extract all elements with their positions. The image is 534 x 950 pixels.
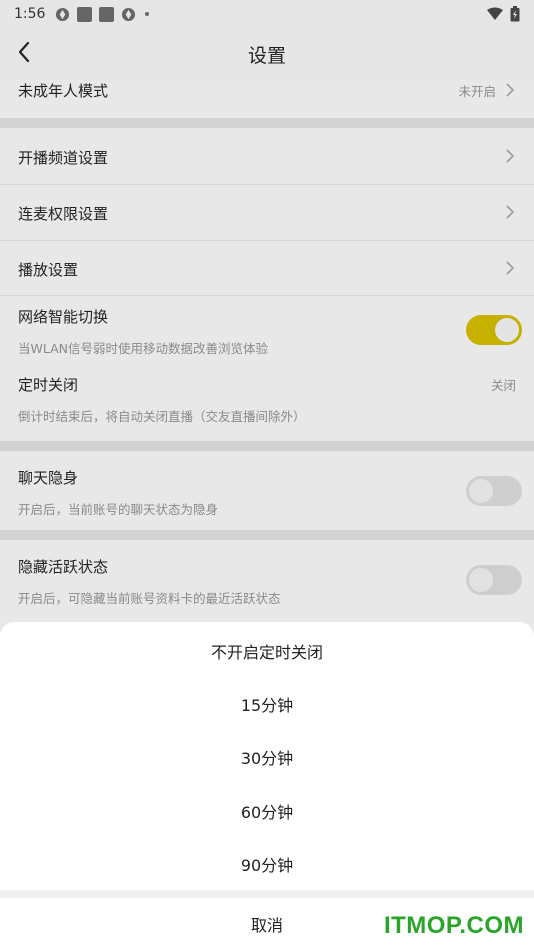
chat-invisible-toggle[interactable] [466,476,522,506]
battery-icon [510,6,520,22]
section-divider [0,118,534,128]
section-live: 开播频道设置 连麦权限设置 播放设置 网络智能切换 当WLAN信号弱时使用移动数… [0,128,534,441]
chevron-left-icon [18,41,30,63]
chevron-right-icon [506,149,515,163]
chevron-right-icon [506,205,515,219]
playback-settings-row[interactable]: 播放设置 [0,241,534,296]
section-chat: 聊天隐身 开启后，当前账号的聊天状态为隐身 [0,451,534,530]
channel-settings-row[interactable]: 开播频道设置 [0,128,534,185]
chat-invisible-row: 聊天隐身 开启后，当前账号的聊天状态为隐身 [0,451,534,530]
hide-active-row: 隐藏活跃状态 开启后，可隐藏当前账号资料卡的最近活跃状态 [0,540,534,630]
mic-permission-row[interactable]: 连麦权限设置 [0,185,534,241]
timer-close-row[interactable]: 定时关闭 倒计时结束后，将自动关闭直播（交友直播间除外） 关闭 [0,366,534,441]
app-notification-icon [77,6,93,22]
app-notification-icon [56,7,70,21]
network-switch-toggle[interactable] [466,315,522,345]
option-15-min[interactable]: 15分钟 [0,677,534,730]
minor-mode-value: 未开启 [458,84,496,99]
minor-mode-row[interactable]: 未成年人模式 未开启 [0,80,534,118]
timer-options-sheet: 不开启定时关闭 15分钟 30分钟 60分钟 90分钟 取消 [0,622,534,950]
option-90-min[interactable]: 90分钟 [0,837,534,890]
option-60-min[interactable]: 60分钟 [0,784,534,837]
page-title: 设置 [247,44,286,67]
timer-close-value: 关闭 [490,378,516,393]
option-30-min[interactable]: 30分钟 [0,730,534,783]
section-minor: 未成年人模式 未开启 [0,80,534,118]
section-privacy: 隐藏活跃状态 开启后，可隐藏当前账号资料卡的最近活跃状态 [0,540,534,630]
toggle-knob [495,318,519,342]
channel-settings-label: 开播频道设置 [18,149,109,167]
app-notification-icon [99,6,115,22]
more-notifications-icon [145,12,150,16]
wifi-icon [487,7,503,20]
toggle-knob [469,568,493,592]
timer-close-description: 倒计时结束后，将自动关闭直播（交友直播间除外） [18,409,306,424]
network-switch-row: 网络智能切换 当WLAN信号弱时使用移动数据改善浏览体验 [0,296,534,366]
chat-invisible-description: 开启后，当前账号的聊天状态为隐身 [18,502,219,517]
network-switch-description: 当WLAN信号弱时使用移动数据改善浏览体验 [18,341,269,356]
status-bar: 1:56 [0,0,534,28]
watermark: ITMOP.COM [383,912,524,939]
option-no-timer[interactable]: 不开启定时关闭 [0,624,534,677]
minor-mode-label: 未成年人模式 [18,82,109,100]
header: 设置 [0,28,534,80]
network-switch-label: 网络智能切换 [18,308,109,326]
hide-active-toggle[interactable] [466,565,522,595]
section-divider [0,530,534,540]
hide-active-description: 开启后，可隐藏当前账号资料卡的最近活跃状态 [18,591,281,606]
mic-permission-label: 连麦权限设置 [18,205,109,223]
chat-invisible-label: 聊天隐身 [18,469,79,487]
toggle-knob [469,479,493,503]
status-time: 1:56 [14,6,46,22]
back-button[interactable] [10,38,38,66]
hide-active-label: 隐藏活跃状态 [18,558,109,576]
section-divider [0,441,534,451]
chevron-right-icon [506,83,515,97]
app-notification-icon [122,7,136,21]
timer-close-label: 定时关闭 [18,376,79,394]
playback-settings-label: 播放设置 [18,261,79,279]
chevron-right-icon [506,261,515,275]
